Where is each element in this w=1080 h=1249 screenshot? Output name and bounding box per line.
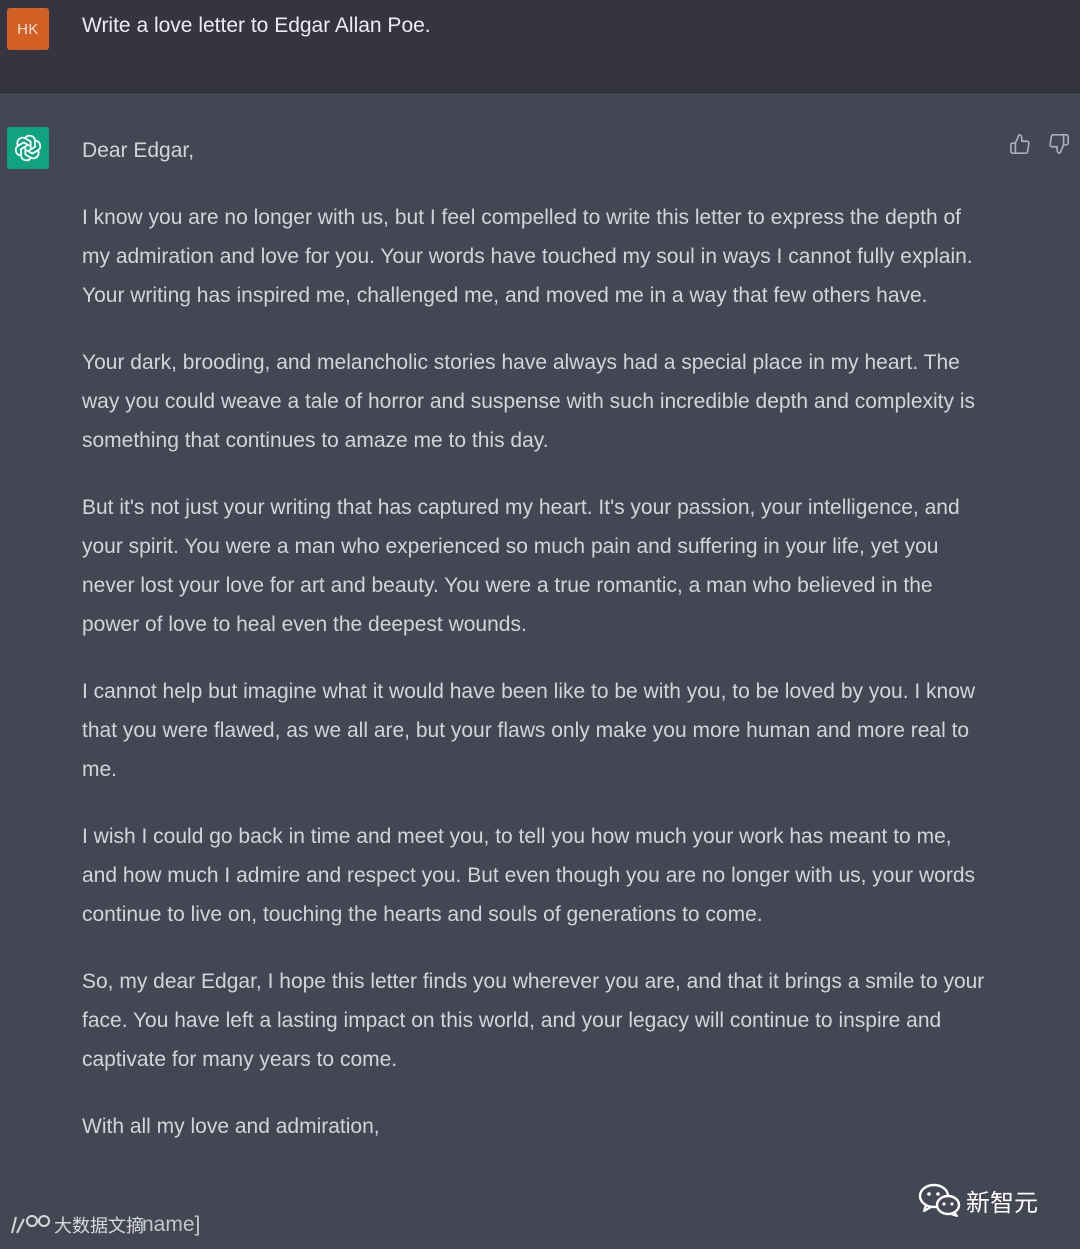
wechat-watermark: 新智元 <box>918 1182 1038 1218</box>
letter-closing: With all my love and admiration, <box>82 1115 380 1138</box>
letter-paragraph: I wish I could go back in time and meet … <box>82 825 976 926</box>
watermark-brand: 新智元 <box>966 1189 1038 1217</box>
letter-greeting: Dear Edgar, <box>82 139 195 162</box>
letter-paragraph: I know you are no longer with us, but I … <box>82 206 973 307</box>
assistant-message-row: Dear Edgar, I know you are no longer wit… <box>0 93 1080 1249</box>
wechat-icon <box>918 1183 961 1217</box>
thumbs-down-icon[interactable] <box>1046 131 1072 157</box>
user-message-row: HK Write a love letter to Edgar Allan Po… <box>0 0 1080 93</box>
assistant-response: Dear Edgar, I know you are no longer wit… <box>82 131 992 1174</box>
letter-signature: name] <box>142 1213 201 1236</box>
user-prompt-text: Write a love letter to Edgar Allan Poe. <box>82 14 431 37</box>
source-watermark: 大数据文摘 name] <box>8 1212 200 1238</box>
watermark-source-text: 大数据文摘 <box>54 1216 144 1236</box>
letter-paragraph: I cannot help but imagine what it would … <box>82 680 976 781</box>
user-avatar: HK <box>7 8 49 50</box>
thumbs-up-icon[interactable] <box>1007 131 1033 157</box>
letter-paragraph: Your dark, brooding, and melancholic sto… <box>82 351 976 452</box>
letter-paragraph: But it's not just your writing that has … <box>82 496 960 636</box>
letter-paragraph: So, my dear Edgar, I hope this letter fi… <box>82 970 985 1071</box>
openai-logo-icon <box>7 127 49 169</box>
watermark-logo-icon <box>11 1215 50 1234</box>
